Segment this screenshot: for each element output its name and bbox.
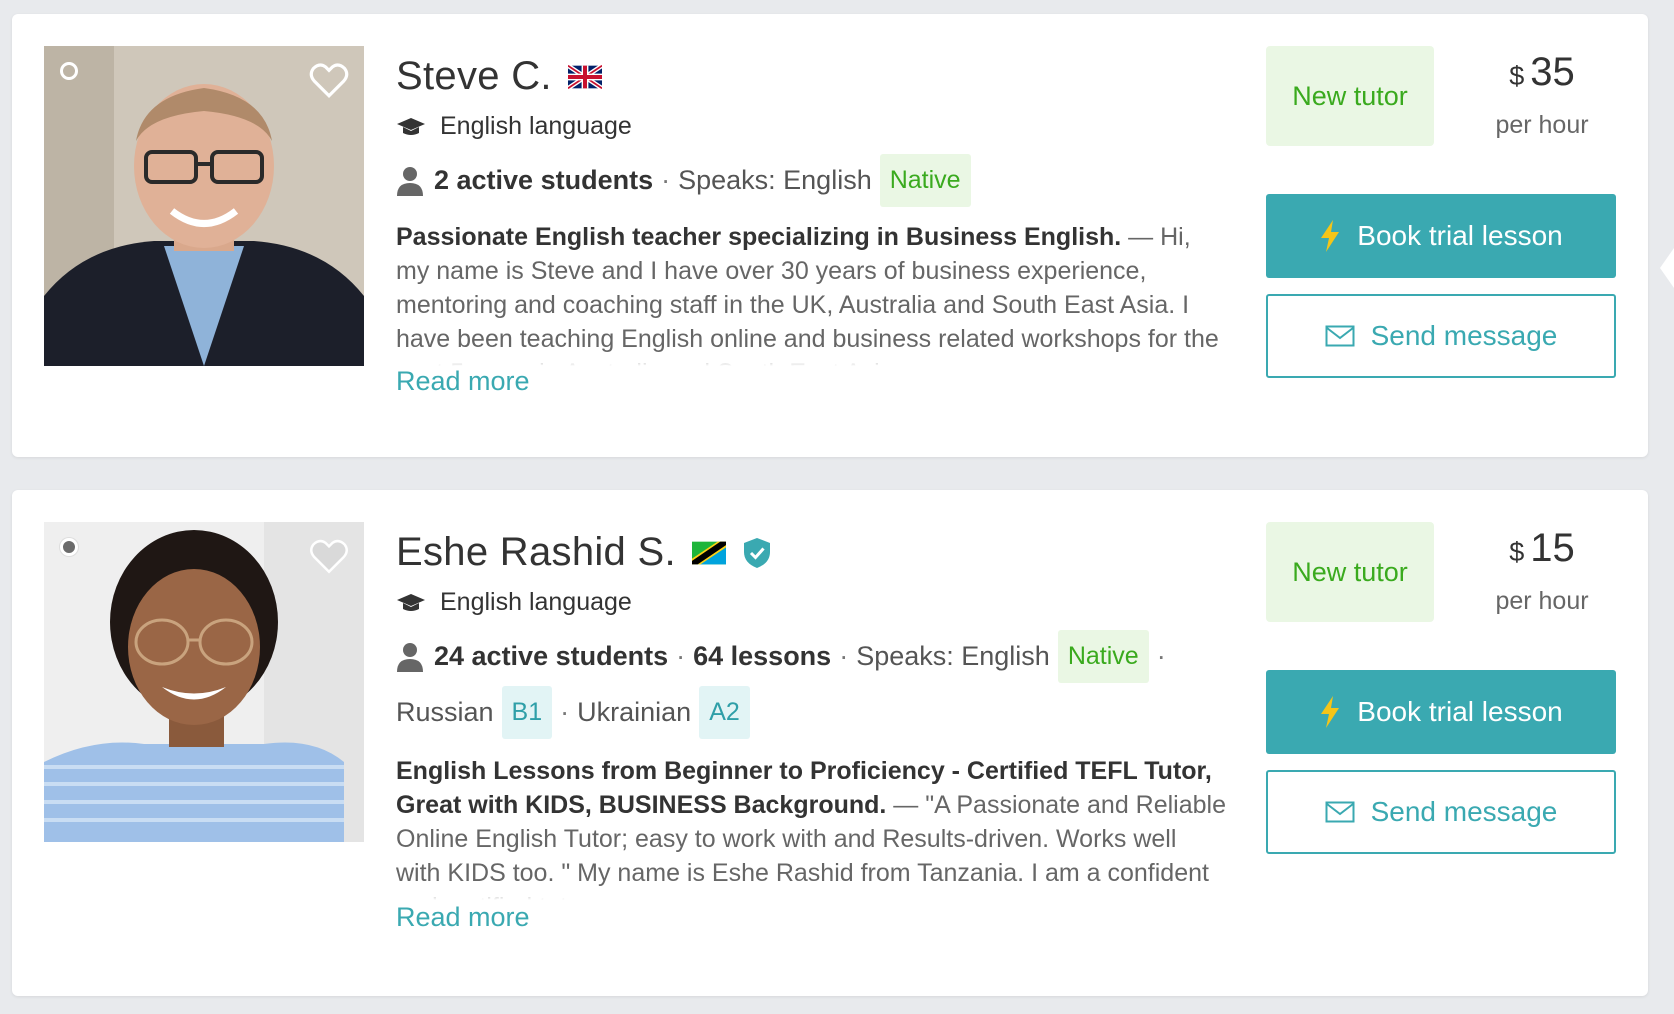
lessons-count: 64 lessons: [693, 641, 832, 671]
price-box: $35 per hour: [1472, 50, 1612, 140]
native-badge: Native: [1057, 630, 1149, 683]
read-more-link[interactable]: Read more: [396, 902, 530, 933]
separator: ·: [676, 641, 686, 671]
tutor-name[interactable]: Steve C.: [396, 54, 552, 99]
separator: ·: [661, 165, 671, 195]
language-ukrainian: Ukrainian: [577, 697, 692, 727]
send-message-label: Send message: [1370, 320, 1558, 351]
tanzania-flag-icon: [691, 541, 726, 564]
tutor-name-row: Eshe Rashid S.: [396, 530, 772, 575]
description-headline: Passionate English teacher specializing …: [396, 223, 1122, 251]
tutor-name-row: Steve C.: [396, 54, 602, 99]
send-message-button[interactable]: Send message: [1266, 294, 1616, 378]
tutor-photo[interactable]: [44, 46, 364, 366]
envelope-icon: [1325, 801, 1355, 823]
tutor-photo[interactable]: [44, 522, 364, 842]
read-more-link[interactable]: Read more: [396, 366, 530, 397]
description-fade: [396, 886, 1226, 900]
uk-flag-icon: [567, 64, 602, 89]
speaks-label: Speaks: English: [856, 641, 1050, 671]
subject-row: English language: [396, 112, 632, 141]
price-box: $15 per hour: [1472, 526, 1612, 616]
carousel-arrow-icon[interactable]: [1658, 248, 1674, 288]
send-message-label: Send message: [1370, 796, 1558, 827]
tutor-card: Steve C. English language 2 active stude…: [12, 14, 1648, 457]
envelope-icon: [1325, 325, 1355, 347]
select-checkbox[interactable]: [60, 538, 78, 556]
tutor-description: English Lessons from Beginner to Profici…: [396, 754, 1226, 900]
level-badge: B1: [501, 686, 553, 739]
languages-row: Russian B1 · Ukrainian A2: [396, 686, 750, 739]
price: $35: [1472, 50, 1612, 95]
select-checkbox[interactable]: [60, 62, 78, 80]
graduation-cap-icon: [397, 593, 425, 611]
book-trial-label: Book trial lesson: [1357, 696, 1563, 727]
price-value: 35: [1530, 50, 1575, 94]
send-message-button[interactable]: Send message: [1266, 770, 1616, 854]
active-students: 24 active students: [434, 641, 669, 671]
level-badge: A2: [699, 686, 750, 739]
currency: $: [1509, 61, 1525, 91]
book-trial-button[interactable]: Book trial lesson: [1266, 194, 1616, 278]
heart-icon[interactable]: [308, 536, 350, 576]
separator: ·: [560, 697, 570, 727]
active-students: 2 active students: [434, 165, 654, 195]
person-icon: [397, 166, 423, 196]
stats-row: 2 active students · Speaks: English Nati…: [396, 154, 971, 207]
tutor-description: Passionate English teacher specializing …: [396, 220, 1226, 366]
price-value: 15: [1530, 526, 1575, 570]
separator: ·: [839, 641, 849, 671]
speaks-label: Speaks: English: [678, 165, 872, 195]
subject-label: English language: [440, 588, 632, 616]
person-icon: [397, 642, 423, 672]
heart-icon[interactable]: [308, 60, 350, 100]
native-badge: Native: [879, 154, 971, 207]
stats-row: 24 active students · 64 lessons · Speaks…: [396, 630, 1174, 683]
price: $15: [1472, 526, 1612, 571]
verified-shield-icon: [743, 537, 770, 568]
tutor-name[interactable]: Eshe Rashid S.: [396, 530, 676, 575]
language-russian: Russian: [396, 697, 494, 727]
per-hour-label: per hour: [1495, 587, 1589, 615]
currency: $: [1509, 537, 1525, 567]
description-fade: [396, 352, 1226, 366]
new-tutor-badge: New tutor: [1266, 522, 1434, 622]
graduation-cap-icon: [397, 117, 425, 135]
book-trial-label: Book trial lesson: [1357, 220, 1563, 251]
new-tutor-badge: New tutor: [1266, 46, 1434, 146]
lightning-icon: [1321, 220, 1340, 252]
lightning-icon: [1321, 696, 1340, 728]
tutor-card: Eshe Rashid S. English language 24 activ…: [12, 490, 1648, 996]
subject-row: English language: [396, 588, 632, 617]
subject-label: English language: [440, 112, 632, 140]
separator: ·: [1156, 641, 1166, 671]
book-trial-button[interactable]: Book trial lesson: [1266, 670, 1616, 754]
per-hour-label: per hour: [1495, 111, 1589, 139]
